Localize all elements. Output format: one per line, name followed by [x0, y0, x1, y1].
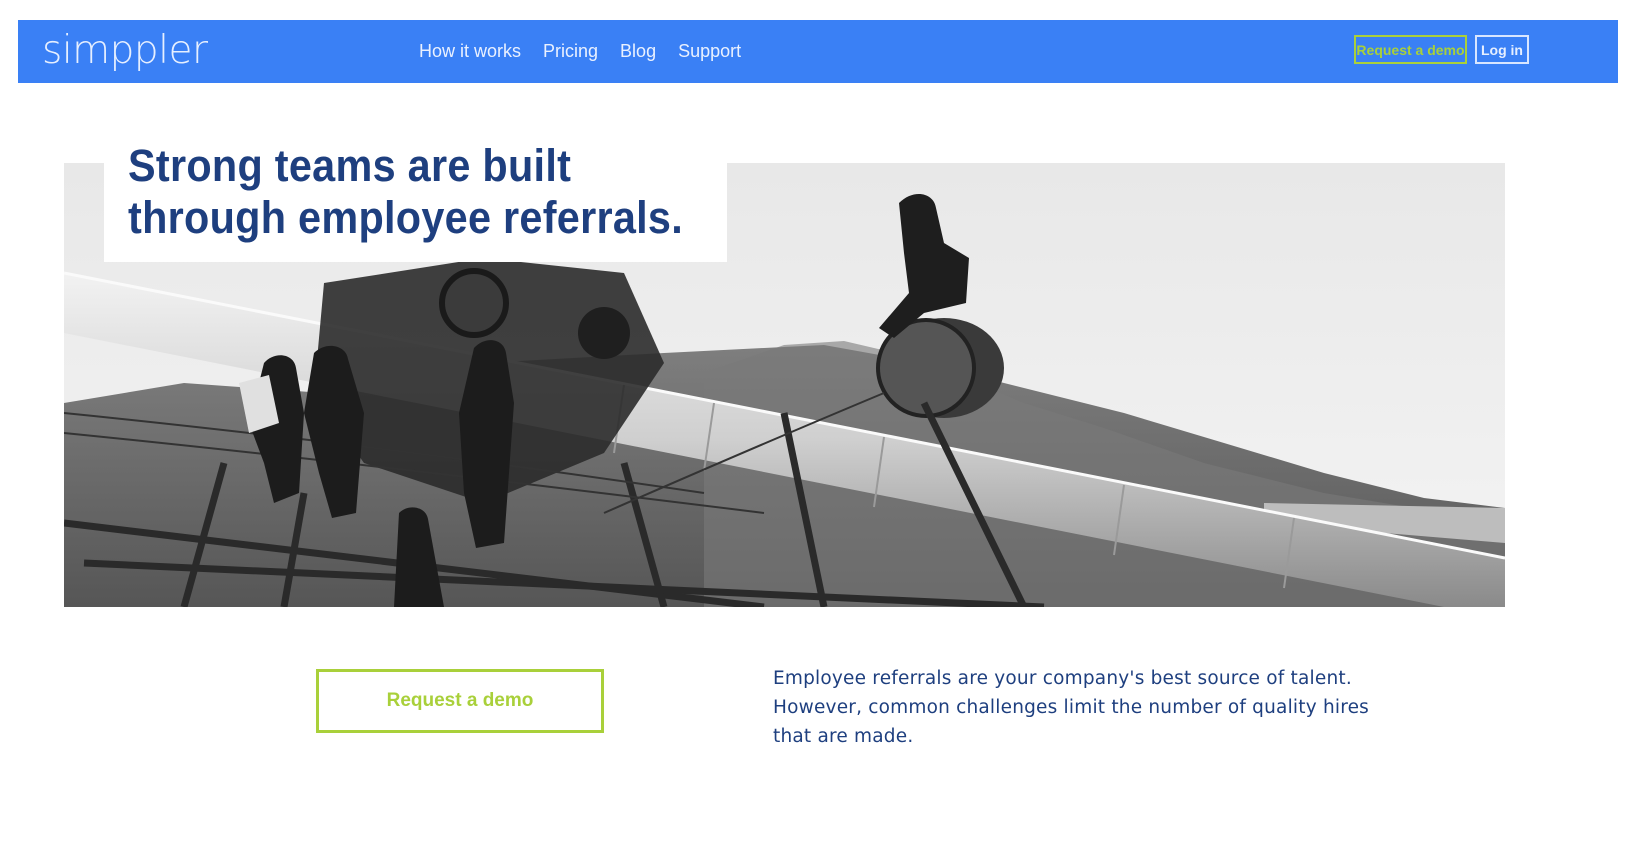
top-navbar: simppler How it works Pricing Blog Suppo…	[18, 20, 1618, 83]
hero-headline-line2: through employee referrals.	[128, 192, 684, 243]
description-line2: However, common challenges limit the num…	[773, 697, 1370, 718]
nav-pricing[interactable]: Pricing	[543, 41, 598, 62]
nav-login-button[interactable]: Log in	[1475, 35, 1529, 64]
description-line3: that are made.	[773, 726, 914, 747]
nav-request-demo-button[interactable]: Request a demo	[1354, 35, 1467, 64]
nav-how-it-works[interactable]: How it works	[419, 41, 521, 62]
hero-headline-line1: Strong teams are built	[128, 140, 572, 191]
nav-blog[interactable]: Blog	[620, 41, 656, 62]
intro-description: Employee referrals are your company's be…	[773, 664, 1373, 751]
request-demo-button[interactable]: Request a demo	[316, 669, 604, 733]
hero-headline-box: Strong teams are built through employee …	[104, 136, 727, 262]
nav-support[interactable]: Support	[678, 41, 741, 62]
main-nav: How it works Pricing Blog Support	[419, 20, 763, 83]
hero-headline: Strong teams are built through employee …	[128, 140, 683, 244]
description-line1: Employee referrals are your company's be…	[773, 668, 1352, 689]
simppler-logo[interactable]: simppler	[42, 29, 208, 73]
